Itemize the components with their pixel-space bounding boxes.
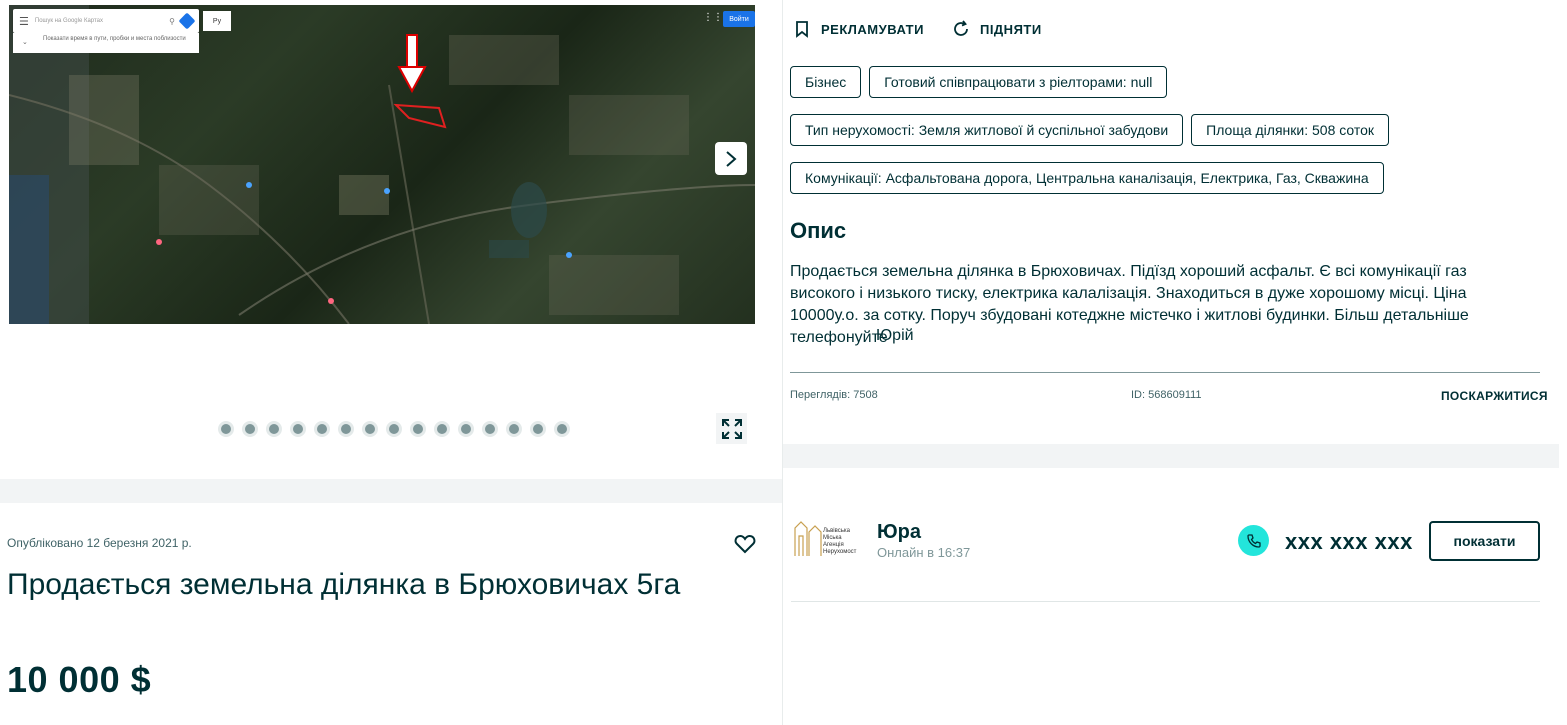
left-column: ☰ Пошук на Google Картах ⚲ ⌄ Показати вр… [0, 0, 782, 725]
map-search-box[interactable]: ☰ Пошук на Google Картах ⚲ [13, 9, 199, 33]
tag-utilities: Комунікації: Асфальтована дорога, Центра… [790, 162, 1384, 194]
gallery-dot[interactable] [242, 421, 258, 437]
map-image[interactable]: ☰ Пошук на Google Картах ⚲ ⌄ Показати вр… [9, 5, 755, 324]
tag-property-type: Тип нерухомості: Земля житлової й суспіл… [790, 114, 1184, 146]
divider [791, 601, 1540, 602]
gallery-dot[interactable] [482, 421, 498, 437]
refresh-icon [954, 20, 968, 36]
phone-icon [1238, 525, 1269, 556]
gallery-dot[interactable] [290, 421, 306, 437]
phone-number: xxx xxx xxx [1285, 529, 1413, 554]
divider [790, 372, 1540, 373]
map-language-label: Ру [212, 17, 222, 25]
views-count: Переглядів: 7508 [790, 389, 878, 401]
menu-icon[interactable]: ☰ [19, 15, 29, 28]
description-heading: Опис [790, 218, 847, 243]
published-date: Опубліковано 12 березня 2021 р. [7, 536, 192, 550]
bookmark-icon [796, 21, 808, 38]
section-gap [783, 444, 1559, 468]
heart-icon [734, 534, 756, 554]
gallery-dot[interactable] [434, 421, 450, 437]
chevron-down-icon: ⌄ [22, 39, 28, 46]
directions-icon[interactable] [178, 12, 196, 30]
map-language-select[interactable]: Ру [203, 11, 231, 31]
tag-area: Площа ділянки: 508 соток [1191, 114, 1390, 146]
description-signature: Юрій [876, 327, 914, 344]
seller-card: Львівська Міська Агенція Нерухомост Юра … [783, 468, 1559, 725]
gallery-dot[interactable] [506, 421, 522, 437]
show-phone-button[interactable]: показати [1429, 521, 1540, 561]
fullscreen-button[interactable] [716, 413, 747, 444]
seller-name[interactable]: Юра [877, 521, 921, 544]
gallery-dot[interactable] [458, 421, 474, 437]
favorite-button[interactable] [733, 532, 757, 556]
logo-line: Нерухомост [823, 549, 857, 555]
section-gap [0, 479, 782, 503]
listing-id: ID: 568609111 [1131, 389, 1202, 401]
agency-logo[interactable]: Львівська Міська Агенція Нерухомост [791, 516, 861, 558]
listing-actions: РЕКЛАМУВАТИ ПІДНЯТИ [793, 20, 1042, 38]
logo-line: Агенція [823, 542, 844, 548]
gallery-dot[interactable] [410, 421, 426, 437]
raise-label: ПІДНЯТИ [979, 21, 1042, 37]
raise-button[interactable]: ПІДНЯТИ [952, 20, 1042, 38]
tag-realtors: Готовий співпрацювати з ріелторами: null [869, 66, 1168, 98]
report-link[interactable]: ПОСКАРЖИТИСЯ [1441, 389, 1548, 403]
gallery-dot[interactable] [554, 421, 570, 437]
gallery-dots [218, 421, 570, 437]
expand-icon [721, 418, 742, 439]
page: ☰ Пошук на Google Картах ⚲ ⌄ Показати вр… [0, 0, 1567, 725]
advertise-button[interactable]: РЕКЛАМУВАТИ [793, 20, 924, 38]
search-icon[interactable]: ⚲ [169, 17, 175, 26]
gallery-dot[interactable] [266, 421, 282, 437]
tag-row: Тип нерухомості: Земля житлової й суспіл… [790, 114, 1550, 146]
map-search-placeholder: Пошук на Google Картах [34, 18, 104, 24]
right-column: РЕКЛАМУВАТИ ПІДНЯТИ Бізнес Готовий співп… [783, 0, 1559, 725]
logo-line: Міська [823, 535, 842, 541]
chevron-right-icon [726, 150, 737, 167]
map-hint-text: Показати время в пути, пробки и места по… [43, 36, 186, 42]
agency-logo-graphic: Львівська Міська Агенція Нерухомост [794, 521, 857, 556]
tag-business: Бізнес [790, 66, 862, 98]
apps-grid-icon[interactable]: ⋮⋮ [703, 13, 723, 23]
gallery-dot[interactable] [386, 421, 402, 437]
phone-glyph [1246, 533, 1261, 548]
gallery-dot[interactable] [314, 421, 330, 437]
listing-info: Опубліковано 12 березня 2021 р. Продаєть… [0, 503, 782, 725]
seller-online-status: Онлайн в 16:37 [877, 545, 971, 560]
logo-line: Львівська [823, 528, 851, 534]
map-hint[interactable]: ⌄ Показати время в пути, пробки и места … [13, 33, 199, 53]
gallery-dot[interactable] [362, 421, 378, 437]
gallery-dot[interactable] [530, 421, 546, 437]
photo-gallery: ☰ Пошук на Google Картах ⚲ ⌄ Показати вр… [0, 0, 782, 479]
gallery-dot[interactable] [218, 421, 234, 437]
tag-row: Комунікації: Асфальтована дорога, Центра… [790, 162, 1550, 194]
tag-row: Бізнес Готовий співпрацювати з ріелторам… [790, 66, 1550, 98]
listing-title: Продається земельна ділянка в Брюховичах… [7, 568, 681, 601]
listing-price: 10 000 $ [7, 659, 152, 700]
map-signin-button[interactable]: Войти [723, 11, 755, 27]
property-tags: Бізнес Готовий співпрацювати з ріелторам… [790, 66, 1550, 210]
gallery-dot[interactable] [338, 421, 354, 437]
gallery-next-button[interactable] [715, 142, 747, 175]
advertise-label: РЕКЛАМУВАТИ [821, 21, 924, 37]
map-signin-label: Войти [729, 15, 749, 23]
